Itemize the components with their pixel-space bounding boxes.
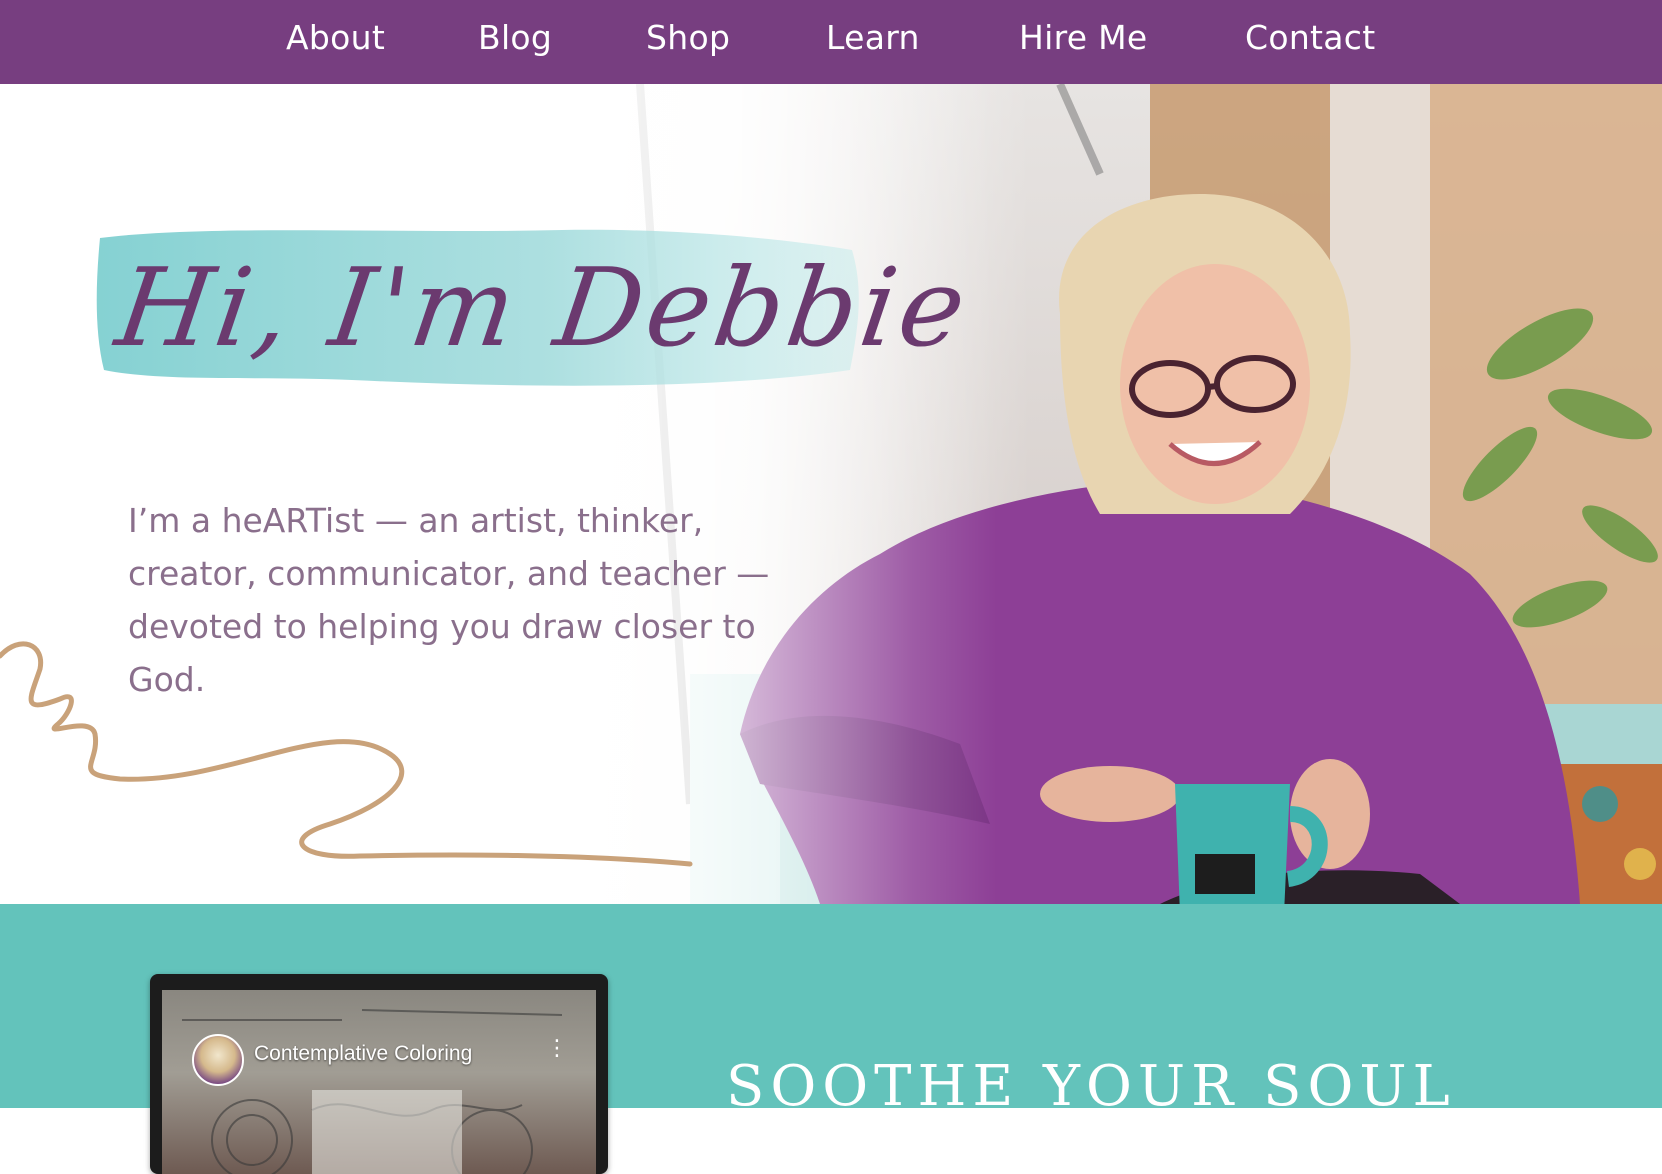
nav-item-learn[interactable]: Learn [826, 18, 920, 57]
video-thumbnail[interactable]: Contemplative Coloring ⋮ [162, 990, 596, 1174]
nav-item-about[interactable]: About [286, 18, 385, 57]
video-embed[interactable]: Contemplative Coloring ⋮ [150, 974, 608, 1174]
more-options-icon[interactable]: ⋮ [546, 1038, 568, 1060]
channel-avatar[interactable] [192, 1034, 244, 1086]
nav-item-contact[interactable]: Contact [1245, 18, 1376, 57]
top-navigation: About Blog Shop Learn Hire Me Contact [0, 0, 1662, 84]
video-title[interactable]: Contemplative Coloring [254, 1042, 472, 1066]
nav-item-shop[interactable]: Shop [646, 18, 730, 57]
soothe-section: Contemplative Coloring ⋮ SOOTHE YOUR SOU… [0, 904, 1662, 1174]
nav-item-blog[interactable]: Blog [478, 18, 552, 57]
hero-script-title: Hi, I'm Debbie [109, 246, 977, 371]
hero-section: Hi, I'm Debbie I’m a heARTist — an artis… [0, 84, 1662, 904]
section-heading: SOOTHE YOUR SOUL [726, 1054, 1456, 1120]
nav-item-hire-me[interactable]: Hire Me [1019, 18, 1148, 57]
decorative-squiggle [0, 641, 693, 867]
